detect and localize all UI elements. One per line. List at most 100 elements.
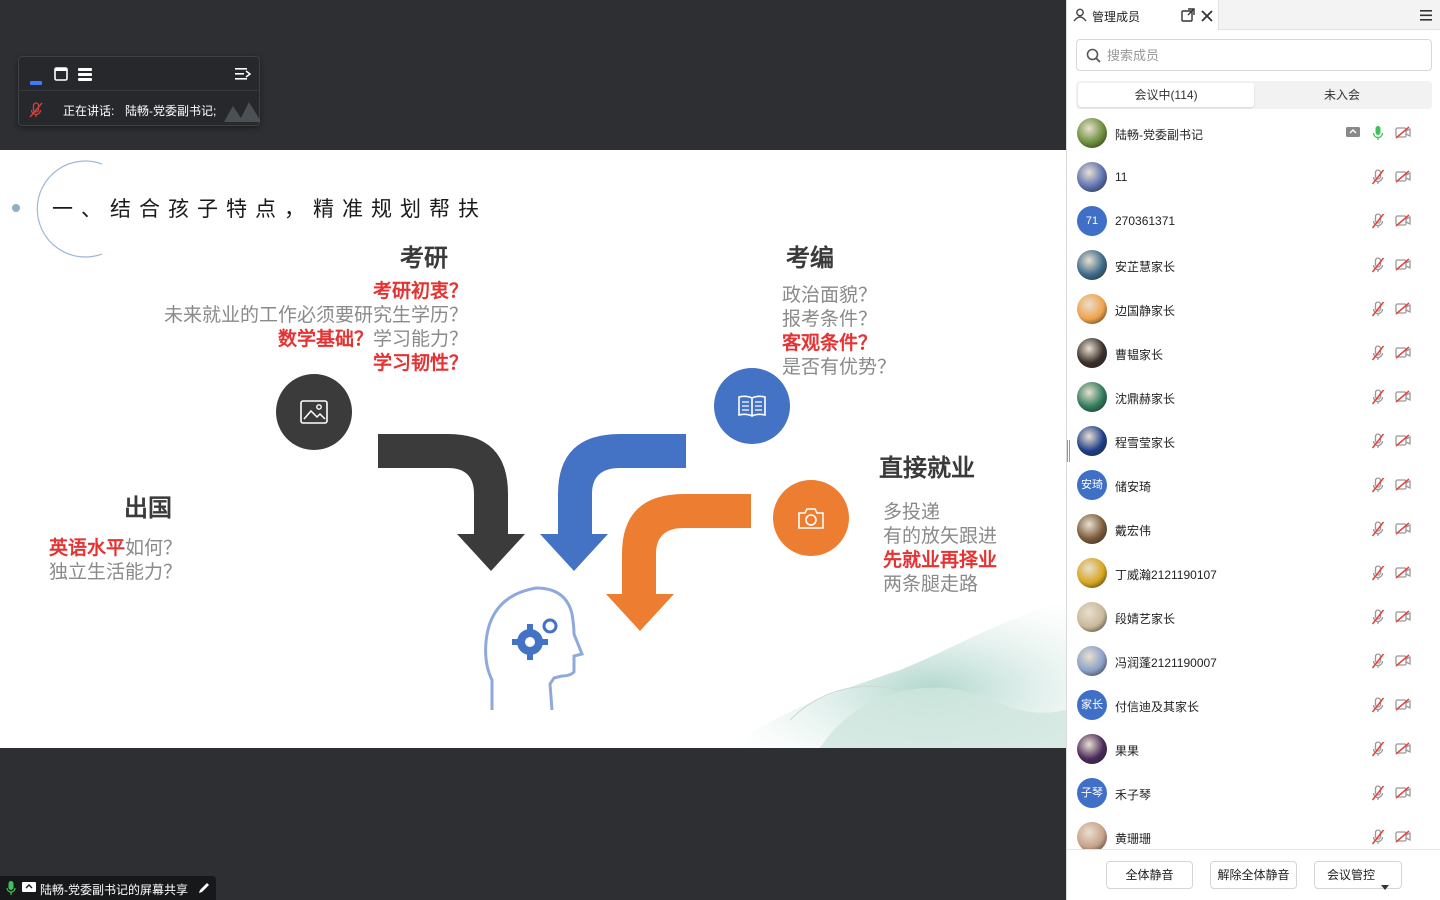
camera-off-icon[interactable]	[1395, 610, 1411, 628]
mic-muted-icon[interactable]	[1371, 609, 1385, 630]
mute-all-button[interactable]: 全体静音	[1106, 861, 1193, 889]
mic-muted-icon[interactable]	[1371, 829, 1385, 849]
camera-off-icon[interactable]	[1395, 742, 1411, 760]
tab-not-joined[interactable]: 未入会	[1254, 83, 1430, 107]
camera-off-icon[interactable]	[1395, 390, 1411, 408]
kaoyan-line-3-text-b: 学习能力？	[372, 329, 468, 350]
collapse-menu-icon[interactable]	[235, 67, 252, 86]
floating-bar-toolbar	[19, 57, 259, 91]
member-panel: 管理成员 会议中(114) 未入会 陆畅-党委副书记 11 71 270361371 安…	[1066, 0, 1440, 900]
tab-manage-members[interactable]: 管理成员	[1067, 0, 1219, 30]
camera-off-icon[interactable]	[1395, 654, 1411, 672]
member-row[interactable]: 沈鼎赫家长	[1067, 375, 1440, 419]
mic-muted-icon[interactable]	[1371, 697, 1385, 718]
member-search[interactable]	[1076, 39, 1432, 71]
mic-muted-icon[interactable]	[1371, 433, 1385, 454]
member-row[interactable]: 71 270361371	[1067, 199, 1440, 243]
mic-on-icon[interactable]	[1371, 125, 1385, 146]
dark-arrow	[378, 434, 525, 571]
jiuye-line-4: 两条腿走路	[883, 573, 978, 597]
member-name: 丁威瀚2121190107	[1115, 568, 1217, 582]
section-heading-kaoyan: 考研	[400, 244, 448, 272]
unmute-all-button[interactable]: 解除全体静音	[1210, 861, 1297, 889]
member-name: 曹韫家长	[1115, 348, 1164, 362]
speaker-avatar-blur	[224, 96, 260, 127]
mic-muted-icon[interactable]	[1371, 301, 1385, 322]
mic-muted-icon[interactable]	[1371, 653, 1385, 674]
camera-off-icon[interactable]	[1395, 522, 1411, 540]
member-row[interactable]: 安芷慧家长	[1067, 243, 1440, 287]
camera-off-icon[interactable]	[1395, 126, 1411, 144]
kaoyan-line-4-text: 学习韧性？	[372, 353, 468, 374]
member-row[interactable]: 曹韫家长	[1067, 331, 1440, 375]
camera-off-icon[interactable]	[1395, 830, 1411, 848]
kaoyan-line-3: 数学基础？学习能力？	[100, 328, 468, 352]
slide-title: 一、结合孩子特点，精准规划帮扶	[52, 197, 487, 221]
chuguo-line-1-text-b: 如何？	[125, 538, 183, 559]
camera-off-icon[interactable]	[1395, 478, 1411, 496]
jiuye-line-1: 多投递	[883, 501, 940, 525]
mic-muted-icon[interactable]	[1371, 477, 1385, 498]
member-row[interactable]: 果果	[1067, 727, 1440, 771]
camera-off-icon[interactable]	[1395, 170, 1411, 188]
section-heading-jiuye: 直接就业	[879, 454, 975, 482]
camera-off-icon[interactable]	[1395, 302, 1411, 320]
member-row[interactable]: 11	[1067, 155, 1440, 199]
screen-share-icon	[1346, 126, 1360, 144]
member-row[interactable]: 安琦 储安琦	[1067, 463, 1440, 507]
avatar: 安琦	[1077, 470, 1107, 500]
mic-muted-icon[interactable]	[1371, 521, 1385, 542]
camera-off-icon[interactable]	[1395, 786, 1411, 804]
member-row[interactable]: 冯润蓬2121190007	[1067, 639, 1440, 683]
member-row[interactable]: 边国静家长	[1067, 287, 1440, 331]
panel-resize-handle[interactable]	[1067, 440, 1070, 462]
floating-meeting-bar[interactable]: 正在讲话: 陆畅-党委副书记;	[18, 56, 260, 126]
pop-out-icon[interactable]	[1181, 8, 1195, 27]
mic-muted-icon[interactable]	[1371, 785, 1385, 806]
kaobian-line-2: 报考条件？	[782, 308, 877, 332]
panel-menu-icon[interactable]	[1419, 8, 1433, 27]
minimize-icon[interactable]	[30, 72, 42, 90]
member-row[interactable]: 程雪莹家长	[1067, 419, 1440, 463]
list-view-icon[interactable]	[78, 67, 92, 86]
member-row[interactable]: 戴宏伟	[1067, 507, 1440, 551]
tab-title: 管理成员	[1092, 10, 1141, 24]
mic-muted-icon[interactable]	[1371, 345, 1385, 366]
camera-off-icon[interactable]	[1395, 214, 1411, 232]
close-icon[interactable]	[1201, 9, 1213, 27]
annotate-pencil-icon[interactable]	[198, 881, 211, 897]
mic-muted-icon[interactable]	[1371, 389, 1385, 410]
member-list[interactable]: 陆畅-党委副书记 11 71 270361371 安芷慧家长 边国静家长曹韫家长沈鼎赫家长…	[1067, 111, 1440, 849]
member-row[interactable]: 黄珊珊	[1067, 815, 1440, 849]
image-circle	[276, 374, 352, 450]
camera-off-icon[interactable]	[1395, 566, 1411, 584]
speaking-name: 陆畅-党委副书记;	[125, 104, 217, 118]
window-mode-icon[interactable]	[54, 67, 68, 86]
camera-off-icon[interactable]	[1395, 434, 1411, 452]
member-row[interactable]: 段婧艺家长	[1067, 595, 1440, 639]
chuguo-line-1-text-a: 英语水平	[49, 538, 126, 559]
avatar	[1077, 338, 1107, 368]
member-row[interactable]: 家长 付信迪及其家长	[1067, 683, 1440, 727]
camera-off-icon[interactable]	[1395, 698, 1411, 716]
tab-in-meeting[interactable]: 会议中(114)	[1078, 83, 1254, 107]
member-name: 程雪莹家长	[1115, 436, 1176, 450]
search-input[interactable]	[1107, 45, 1407, 65]
mic-muted-icon[interactable]	[1371, 213, 1385, 234]
member-row[interactable]: 丁威瀚2121190107	[1067, 551, 1440, 595]
camera-off-icon[interactable]	[1395, 258, 1411, 276]
meeting-control-button[interactable]: 会议管控	[1314, 861, 1402, 890]
member-name: 陆畅-党委副书记	[1115, 128, 1203, 142]
mic-muted-icon[interactable]	[1371, 257, 1385, 278]
camera-icon	[798, 508, 824, 529]
member-row[interactable]: 陆畅-党委副书记	[1067, 111, 1440, 155]
chuguo-line-1: 英语水平如何？	[49, 537, 182, 561]
mic-muted-icon[interactable]	[1371, 565, 1385, 586]
shared-slide: 一、结合孩子特点，精准规划帮扶 考研 考研初衷？ 未来就业的工作必须要研究生学历…	[0, 150, 1066, 748]
member-row[interactable]: 子琴 禾子琴	[1067, 771, 1440, 815]
camera-off-icon[interactable]	[1395, 346, 1411, 364]
mic-muted-icon[interactable]	[1371, 741, 1385, 762]
mic-muted-icon[interactable]	[1371, 169, 1385, 190]
avatar	[1077, 602, 1107, 632]
member-name: 段婧艺家长	[1115, 612, 1176, 626]
